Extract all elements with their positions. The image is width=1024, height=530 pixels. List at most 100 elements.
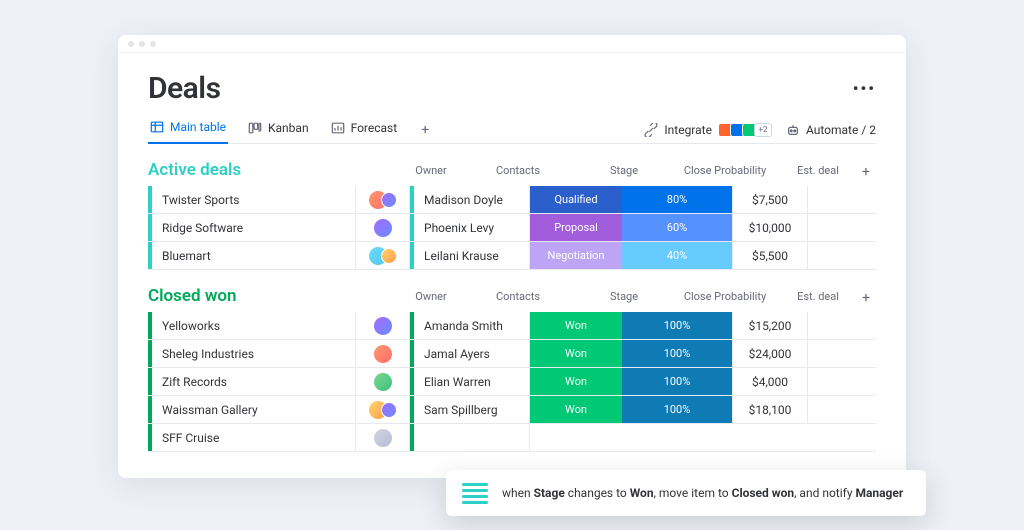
contact-name: Phoenix Levy	[424, 221, 494, 235]
column-header-stage[interactable]: Stage	[578, 290, 670, 306]
integrate-label: Integrate	[664, 123, 712, 137]
tab-forecast[interactable]: Forecast	[329, 117, 400, 143]
column-header-prob[interactable]: Close Probability	[670, 290, 780, 306]
add-column-button[interactable]: +	[856, 290, 876, 306]
table-row[interactable]: Twister Sports Madison DoyleQualified80%$…	[148, 186, 876, 214]
automate-button[interactable]: Automate / 2	[786, 123, 876, 137]
add-view-button[interactable]: +	[417, 122, 433, 138]
avatar	[374, 429, 392, 447]
contact-cell[interactable]: Amanda Smith	[410, 312, 530, 339]
automation-recipe-popup[interactable]: when Stage changes to Won, move item to …	[446, 470, 926, 516]
add-column-button[interactable]: +	[856, 164, 876, 180]
stage-cell[interactable]: Qualified	[530, 186, 622, 213]
plug-icon	[644, 123, 658, 137]
group-color-bar	[410, 242, 414, 269]
probability-cell[interactable]: 100%	[622, 396, 732, 423]
app-window: Deals ••• Main table Kanban Forecast	[118, 35, 906, 478]
contact-cell[interactable]	[410, 424, 530, 451]
est-deal-cell[interactable]: $7,500	[732, 186, 808, 213]
integrate-button[interactable]: Integrate +2	[644, 123, 772, 137]
contact-name: Elian Warren	[424, 375, 491, 389]
column-header-prob[interactable]: Close Probability	[670, 164, 780, 180]
deal-name[interactable]: SFF Cruise	[152, 424, 356, 451]
deal-name[interactable]: Waissman Gallery	[152, 396, 356, 423]
column-header-owner[interactable]: Owner	[404, 290, 458, 306]
owner-cell[interactable]	[356, 424, 410, 451]
column-header-contacts[interactable]: Contacts	[458, 164, 578, 180]
deal-name[interactable]: Sheleg Industries	[152, 340, 356, 367]
chart-icon	[331, 121, 345, 135]
stage-cell[interactable]: Negotiation	[530, 242, 622, 269]
probability-cell[interactable]: 100%	[622, 312, 732, 339]
contact-cell[interactable]: Madison Doyle	[410, 186, 530, 213]
stage-cell[interactable]: Won	[530, 396, 622, 423]
stage-cell[interactable]: Won	[530, 340, 622, 367]
row-trailing-cell	[808, 340, 828, 367]
deal-name[interactable]: Twister Sports	[152, 186, 356, 213]
row-trailing-cell	[808, 214, 828, 241]
probability-cell[interactable]: 40%	[622, 242, 732, 269]
page-title: Deals	[148, 71, 221, 106]
contact-cell[interactable]: Jamal Ayers	[410, 340, 530, 367]
est-deal-cell[interactable]: $24,000	[732, 340, 808, 367]
avatar	[381, 192, 397, 208]
deal-name[interactable]: Zift Records	[152, 368, 356, 395]
est-deal-cell[interactable]: $4,000	[732, 368, 808, 395]
table-row[interactable]: SFF Cruise	[148, 424, 876, 452]
column-header-est[interactable]: Est. deal	[780, 164, 856, 180]
deal-name[interactable]: Yelloworks	[152, 312, 356, 339]
column-header-est[interactable]: Est. deal	[780, 290, 856, 306]
owner-cell[interactable]	[356, 312, 410, 339]
est-deal-cell[interactable]: $15,200	[732, 312, 808, 339]
group-title[interactable]: Active deals	[148, 160, 241, 180]
avatar	[381, 248, 397, 264]
table-row[interactable]: Ridge Software Phoenix Levy Proposal60%$10…	[148, 214, 876, 242]
contact-name: Sam Spillberg	[424, 403, 498, 417]
group-closed: Closed won OwnerContactsStageClose Probab…	[148, 286, 876, 452]
column-header-contacts[interactable]: Contacts	[458, 290, 578, 306]
contact-cell[interactable]: Sam Spillberg	[410, 396, 530, 423]
avatar	[374, 345, 392, 363]
est-deal-cell[interactable]: $10,000	[732, 214, 808, 241]
contact-cell[interactable]: Leilani Krause	[410, 242, 530, 269]
est-deal-cell[interactable]: $18,100	[732, 396, 808, 423]
table-row[interactable]: Yelloworks Amanda SmithWon100%$15,200	[148, 312, 876, 340]
row-trailing-cell	[808, 186, 828, 213]
owner-cell[interactable]	[356, 368, 410, 395]
group-color-bar	[410, 186, 414, 213]
dot-icon	[150, 41, 156, 47]
est-deal-cell[interactable]: $5,500	[732, 242, 808, 269]
owner-cell[interactable]	[356, 214, 410, 241]
table-row[interactable]: Bluemart Leilani KrauseNegotiation40%$5,5…	[148, 242, 876, 270]
tab-label: Kanban	[268, 121, 309, 135]
dot-icon	[128, 41, 134, 47]
stage-cell[interactable]: Won	[530, 312, 622, 339]
deal-name[interactable]: Ridge Software	[152, 214, 356, 241]
owner-cell[interactable]	[356, 186, 410, 213]
stage-cell[interactable]: Proposal	[530, 214, 622, 241]
tab-label: Forecast	[351, 121, 398, 135]
tab-main-table[interactable]: Main table	[148, 116, 228, 144]
table-row[interactable]: Zift Records Elian Warren Won100%$4,000	[148, 368, 876, 396]
owner-cell[interactable]	[356, 396, 410, 423]
owner-cell[interactable]	[356, 340, 410, 367]
tab-kanban[interactable]: Kanban	[246, 117, 311, 143]
owner-cell[interactable]	[356, 242, 410, 269]
table-row[interactable]: Sheleg Industries Jamal AyersWon100%$24,0…	[148, 340, 876, 368]
contact-cell[interactable]: Phoenix Levy	[410, 214, 530, 241]
group-color-bar	[410, 396, 414, 423]
probability-cell[interactable]: 100%	[622, 340, 732, 367]
stage-cell[interactable]: Won	[530, 368, 622, 395]
column-header-owner[interactable]: Owner	[404, 164, 458, 180]
contact-cell[interactable]: Elian Warren	[410, 368, 530, 395]
probability-cell[interactable]: 80%	[622, 186, 732, 213]
column-header-stage[interactable]: Stage	[578, 164, 670, 180]
more-options-icon[interactable]: •••	[853, 79, 876, 98]
avatar	[374, 219, 392, 237]
tab-label: Main table	[170, 120, 226, 134]
probability-cell[interactable]: 60%	[622, 214, 732, 241]
deal-name[interactable]: Bluemart	[152, 242, 356, 269]
table-row[interactable]: Waissman Gallery Sam Spillberg Won100%$18,…	[148, 396, 876, 424]
group-title[interactable]: Closed won	[148, 286, 237, 306]
probability-cell[interactable]: 100%	[622, 368, 732, 395]
